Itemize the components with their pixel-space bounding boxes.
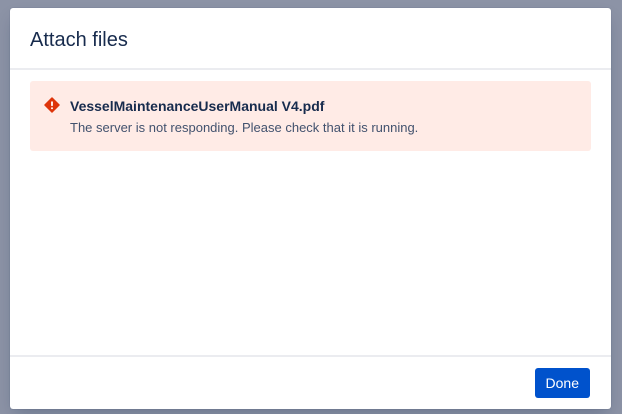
done-button[interactable]: Done (534, 368, 590, 398)
upload-error-banner: VesselMaintenanceUserManual V4.pdf The s… (30, 81, 591, 151)
dialog-footer: Done (10, 355, 611, 409)
error-filename: VesselMaintenanceUserManual V4.pdf (70, 98, 325, 114)
dialog-header: Attach files (10, 8, 611, 70)
error-message: The server is not responding. Please che… (70, 120, 419, 135)
attach-files-dialog: Attach files VesselMaintenanceUserManual… (10, 8, 611, 409)
error-warning-icon (44, 97, 60, 113)
dialog-title: Attach files (30, 29, 128, 51)
